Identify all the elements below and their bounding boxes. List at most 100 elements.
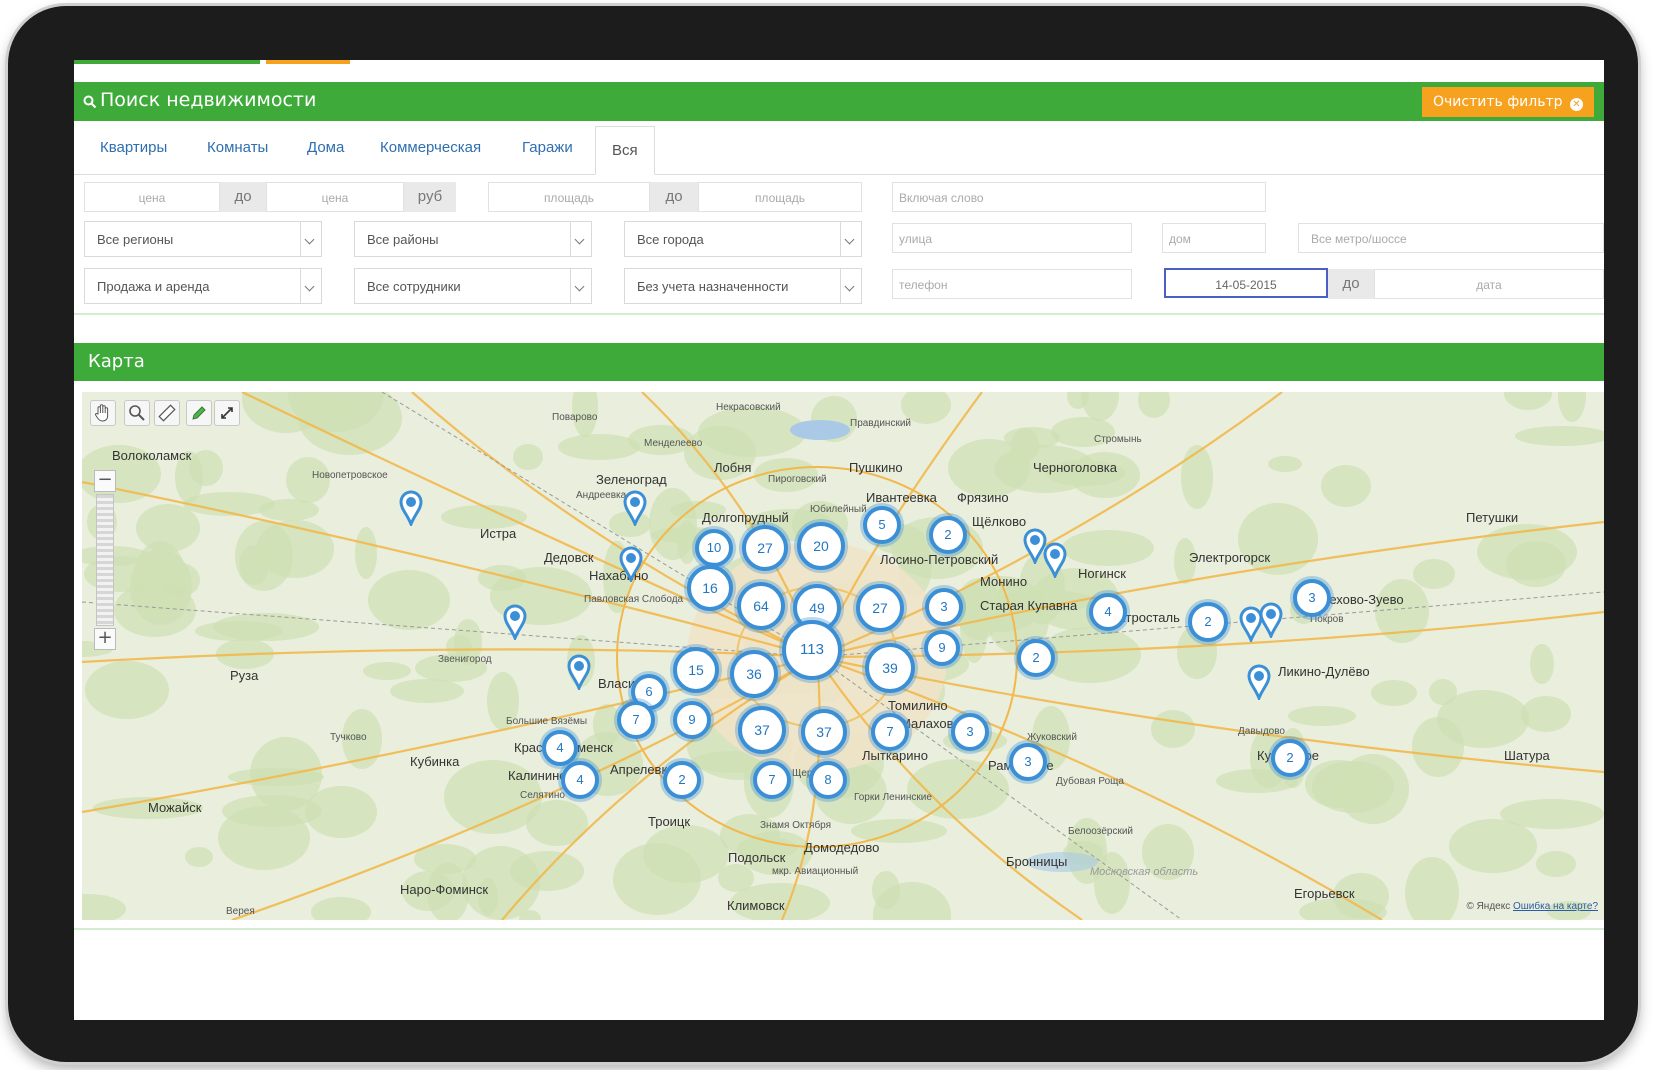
tab-apartments[interactable]: Квартиры [100,139,167,156]
map-cluster[interactable]: 3 [1009,743,1047,781]
place-label: Долгопрудный [702,510,789,525]
zoom-area-icon[interactable] [124,400,150,426]
area-from-input[interactable]: площадь [488,182,650,212]
place-label: Правдинский [850,418,912,429]
place-label: Верея [226,906,255,917]
place-label: Стромынь [1094,434,1142,445]
place-label: Волоколамск [112,448,192,463]
place-label: Андреевка [576,490,627,501]
fullscreen-icon[interactable] [214,400,240,426]
map-view[interactable]: − + Волоколамск Новопетровское Истра Зелено… [82,392,1604,920]
tab-garages[interactable]: Гаражи [522,139,573,156]
map-cluster[interactable]: 16 [687,565,733,611]
search-header: Поиск недвижимости Очистить фильтр ✕ [74,82,1604,121]
yandex-brand: © Яндекс [1466,901,1511,912]
map-cluster[interactable]: 37 [801,709,847,755]
map-cluster[interactable]: 3 [951,713,989,751]
area-to-input[interactable]: площадь [698,182,862,212]
deal-type-select-value: Продажа и аренда [97,279,210,294]
place-label: Подольск [728,850,786,865]
map-cluster[interactable]: 5 [863,506,901,544]
map-cluster[interactable]: 20 [797,522,845,570]
house-input[interactable]: дом [1162,223,1266,253]
place-label: Селятино [520,790,565,801]
tab-all[interactable]: Вся [595,126,655,175]
map-cluster[interactable]: 8 [809,761,847,799]
map-cluster[interactable]: 36 [730,650,778,698]
clear-filter-button[interactable]: Очистить фильтр ✕ [1422,87,1594,117]
map-cluster[interactable]: 9 [673,701,711,739]
map-cluster[interactable]: 2 [663,761,701,799]
map-pin-icon[interactable] [398,490,424,529]
map-cluster[interactable]: 64 [737,582,785,630]
map-error-link[interactable]: Ошибка на карте? [1513,901,1598,912]
tablet-frame: Поиск недвижимости Очистить фильтр ✕ Ква… [8,6,1638,1062]
hand-tool-icon[interactable] [90,400,116,426]
place-label: Климовск [727,898,785,913]
map-pin-icon[interactable] [1042,542,1068,581]
place-label: Петушки [1466,510,1519,525]
top-tab-indicator-orange [266,60,350,64]
map-cluster[interactable]: 3 [1293,579,1331,617]
map-pin-icon[interactable] [622,490,648,529]
map-cluster[interactable]: 2 [1188,602,1228,642]
map-pin-icon[interactable] [618,546,644,585]
zoom-slider[interactable] [96,494,114,626]
map-cluster[interactable]: 15 [673,647,719,693]
map-cluster[interactable]: 7 [871,713,909,751]
map-cluster[interactable]: 7 [617,701,655,739]
map-cluster[interactable]: 2 [929,516,967,554]
employee-select[interactable]: Все сотрудники [354,268,592,304]
map-cluster[interactable]: 4 [1089,593,1127,631]
assignment-select[interactable]: Без учета назначенности [624,268,862,304]
price-to-input[interactable]: цена [266,182,404,212]
price-from-input[interactable]: цена [84,182,220,212]
place-label: Дедовск [544,550,594,565]
zoom-out-button[interactable]: − [94,470,116,492]
map-cluster[interactable]: 113 [782,620,842,680]
map-pin-icon[interactable] [502,604,528,643]
property-type-tabs: Квартиры Комнаты Дома Коммерческая Гараж… [74,126,1604,175]
place-label: Поварово [552,412,598,423]
keyword-input[interactable]: Включая слово [892,182,1266,212]
deal-type-select[interactable]: Продажа и аренда [84,268,322,304]
map-cluster[interactable]: 3 [925,588,963,626]
place-label: Троицк [648,814,691,829]
district-select[interactable]: Все районы [354,221,592,257]
region-select[interactable]: Все регионы [84,221,322,257]
phone-input[interactable]: телефон [892,269,1132,299]
map-cluster[interactable]: 27 [742,525,788,571]
tab-rooms[interactable]: Комнаты [207,139,268,156]
place-label: Фрязино [957,490,1009,505]
place-label: Лосино-Петровский [880,552,999,567]
map-cluster[interactable]: 2 [1271,739,1309,777]
place-label: Новопетровское [312,470,388,481]
map-cluster[interactable]: 37 [738,706,786,754]
ruler-icon[interactable] [154,400,180,426]
map-pin-icon[interactable] [1258,602,1284,641]
tab-commercial[interactable]: Коммерческая [380,139,481,156]
map-cluster[interactable]: 4 [542,730,578,766]
pencil-icon[interactable] [186,400,212,426]
date-from-input[interactable]: 14-05-2015 [1164,268,1328,298]
place-label: Черноголовка [1033,460,1118,475]
map-cluster[interactable]: 4 [561,761,599,799]
map-cluster[interactable]: 2 [1017,639,1055,677]
place-label: Старая Купавна [980,598,1078,613]
street-input[interactable]: улица [892,223,1132,253]
map-cluster[interactable]: 9 [924,630,960,666]
metro-select[interactable]: Все метро/шоссе [1298,223,1604,253]
map-pin-icon[interactable] [1246,664,1272,703]
date-to-input[interactable]: дата [1374,269,1604,299]
map-cluster[interactable]: 7 [753,761,791,799]
map-cluster[interactable]: 27 [856,584,904,632]
place-label: Дубовая Роща [1056,776,1124,787]
city-select[interactable]: Все города [624,221,862,257]
place-label: Зеленоград [596,472,667,487]
place-label: мкр. Авиационный [772,866,859,877]
map-pin-icon[interactable] [566,654,592,693]
map-cluster[interactable]: 10 [695,529,733,567]
zoom-in-button[interactable]: + [94,628,116,650]
tab-houses[interactable]: Дома [307,139,344,156]
map-cluster[interactable]: 39 [865,643,915,693]
